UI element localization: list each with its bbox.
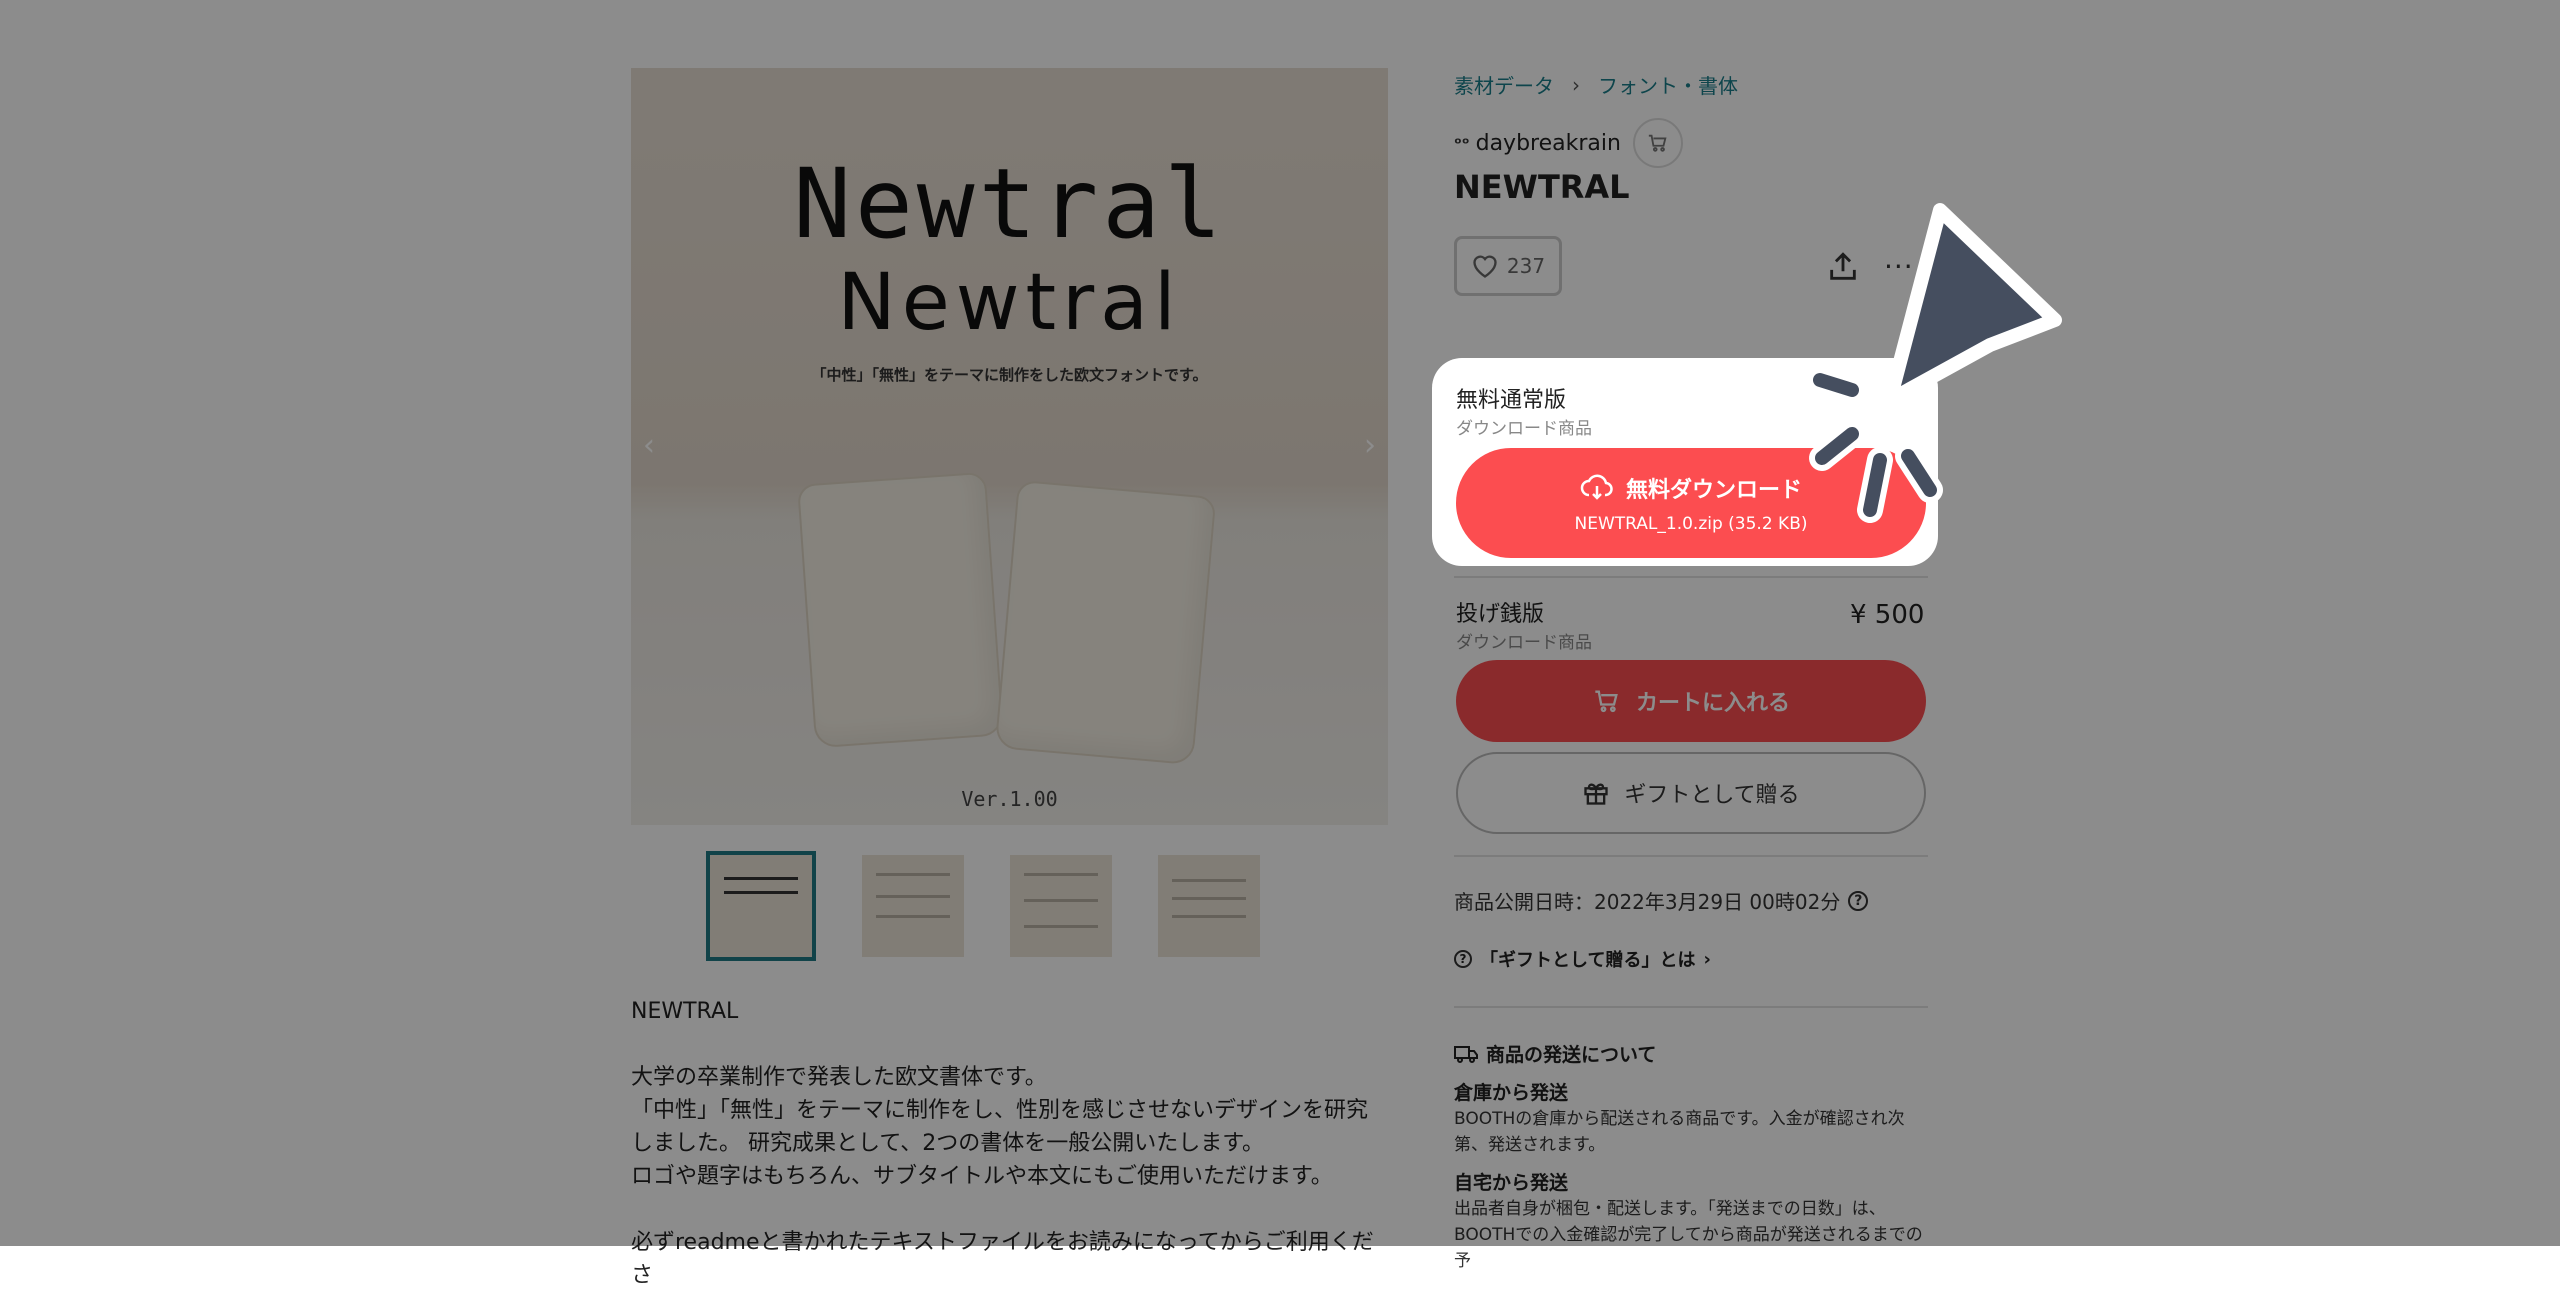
help-icon: ?: [1454, 950, 1472, 968]
gift-button[interactable]: ギフトとして贈る: [1456, 752, 1926, 834]
gift-icon: [1584, 783, 1608, 805]
shop-link[interactable]: ᵒᵒ daybreakrain: [1454, 118, 1683, 168]
variant-name: 無料通常版: [1456, 388, 1567, 413]
thumb-line: [1172, 897, 1246, 900]
thumb-line: [724, 877, 798, 880]
free-download-label: 無料ダウンロード: [1625, 478, 1802, 503]
desc-line: 大学の卒業制作で発表した欧文書体です。: [631, 1065, 1047, 1090]
shipping-title-text: 商品の発送について: [1486, 1044, 1657, 1066]
thumbnail-strip: [706, 851, 1260, 961]
shipping-home-text: 出品者自身が梱包・配送します。「発送までの日数」は、BOOTHでの入金確認が完了…: [1454, 1199, 1923, 1271]
variant-name: 投げ銭版: [1456, 602, 1545, 627]
thumb-line: [1172, 915, 1246, 918]
image-subtitle: 「中性」「無性」をテーマに制作をした欧文フォントです。: [811, 366, 1208, 384]
shipping-home-title: 自宅から発送: [1454, 1172, 1569, 1194]
thumbnail-3[interactable]: [1010, 855, 1112, 957]
thumb-line: [1024, 873, 1098, 876]
thumb-line: [876, 895, 950, 898]
add-to-cart-button[interactable]: カートに入れる: [1456, 660, 1926, 742]
shipping-warehouse: 倉庫から発送 BOOTHの倉庫から配送される商品です。入金が確認され次第、発送さ…: [1454, 1080, 1934, 1158]
shop-name[interactable]: daybreakrain: [1476, 131, 1621, 156]
thumb-line: [1024, 899, 1098, 902]
publish-date-text: 商品公開日時：2022年3月29日 00時02分: [1454, 890, 1841, 914]
divider: [1454, 1006, 1928, 1008]
backpack-left: [797, 471, 1004, 749]
thumbnail-4[interactable]: [1158, 855, 1260, 957]
shop-cart-button[interactable]: [1632, 118, 1683, 168]
breadcrumb-item[interactable]: フォント・書体: [1598, 70, 1738, 99]
shipping-warehouse-title: 倉庫から発送: [1454, 1082, 1569, 1104]
product-main-image[interactable]: Newtral Newtral 「中性」「無性」をテーマに制作をした欧文フォント…: [631, 68, 1388, 825]
shipping-home: 自宅から発送 出品者自身が梱包・配送します。「発送までの日数」は、BOOTHでの…: [1454, 1170, 1934, 1274]
thumb-line: [876, 915, 950, 918]
chevron-right-icon: ›: [1703, 948, 1711, 970]
publish-date: 商品公開日時：2022年3月29日 00時02分 ?: [1454, 886, 1869, 915]
variant-type: ダウンロード商品: [1456, 633, 1592, 653]
variant-type: ダウンロード商品: [1456, 419, 1592, 439]
thumbnail-2[interactable]: [862, 855, 964, 957]
backpack-right: [994, 479, 1217, 766]
gift-help-text: 「ギフトとして贈る」とは: [1480, 950, 1696, 971]
variant-paid: 投げ銭版 ダウンロード商品: [1456, 596, 1592, 653]
desc-line: NEWTRAL: [631, 999, 739, 1024]
truck-icon: [1454, 1045, 1478, 1063]
cart-icon: [1648, 134, 1667, 152]
thumb-line: [876, 873, 950, 876]
breadcrumb-item[interactable]: 素材データ: [1454, 70, 1554, 99]
image-title-mono: Newtral: [793, 148, 1226, 260]
thumbnail-1[interactable]: [706, 851, 816, 961]
product-page: Newtral Newtral 「中性」「無性」をテーマに制作をした欧文フォント…: [0, 0, 2560, 1288]
desc-line: [631, 1028, 1391, 1061]
image-version: Ver.1.00: [961, 787, 1058, 811]
product-title: NEWTRAL: [1454, 168, 1630, 206]
thumb-line: [1172, 879, 1246, 882]
thumb-line: [1024, 925, 1098, 928]
shop-logo-icon: ᵒᵒ: [1454, 133, 1470, 153]
desc-line: [631, 1193, 1391, 1226]
prev-image-icon[interactable]: ‹: [643, 428, 655, 463]
product-description: NEWTRAL 大学の卒業制作で発表した欧文書体です。 「中性」「無性」をテーマ…: [631, 995, 1391, 1292]
pointer-cursor-icon: [1807, 203, 2062, 523]
heart-icon: [1473, 255, 1497, 278]
chevron-right-icon: ›: [1572, 72, 1580, 97]
desc-line: しました。 研究成果として、2つの書体を一般公開いたします。: [631, 1131, 1265, 1156]
add-to-cart-label: カートに入れる: [1635, 691, 1790, 716]
gift-help-link[interactable]: ? 「ギフトとして贈る」とは ›: [1454, 946, 1711, 972]
like-count: 237: [1506, 254, 1546, 278]
next-image-icon[interactable]: ›: [1364, 428, 1376, 463]
breadcrumb: 素材データ › フォント・書体: [1454, 70, 1738, 99]
divider: [1454, 576, 1928, 578]
thumb-line: [724, 891, 798, 894]
cloud-download-icon: [1580, 474, 1613, 500]
variant-free: 無料通常版 ダウンロード商品: [1456, 382, 1592, 439]
variant-price: ¥ 500: [1850, 600, 1925, 630]
desc-line: 「中性」「無性」をテーマに制作をし、性別を感じさせないデザインを研究: [631, 1098, 1369, 1123]
cart-icon: [1595, 690, 1618, 713]
shipping-warehouse-text: BOOTHの倉庫から配送される商品です。入金が確認され次第、発送されます。: [1454, 1109, 1905, 1155]
shipping-title: 商品の発送について: [1454, 1040, 1656, 1067]
help-icon[interactable]: ?: [1848, 890, 1869, 911]
divider: [1454, 855, 1928, 857]
like-button[interactable]: 237: [1454, 236, 1562, 296]
image-title-geometric: Newtral: [837, 258, 1182, 348]
desc-line: 必ずreadmeと書かれたテキストファイルをお読みになってからご利用くださ: [631, 1230, 1374, 1288]
gift-label: ギフトとして贈る: [1624, 783, 1800, 808]
desc-line: ロゴや題字はもちろん、サブタイトルや本文にもご使用いただけます。: [631, 1164, 1333, 1189]
